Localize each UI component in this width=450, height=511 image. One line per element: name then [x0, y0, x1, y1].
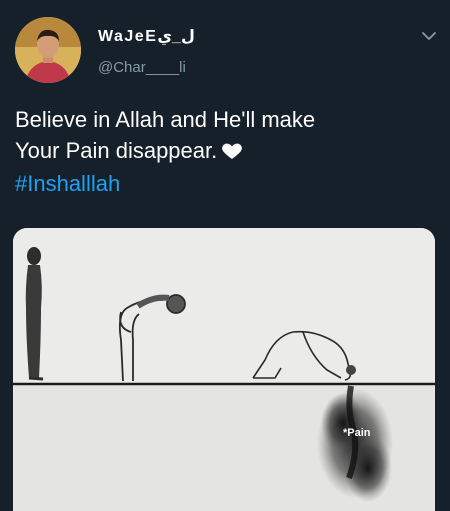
chevron-down-icon[interactable]: [419, 26, 439, 46]
tweet-card: WaJeEل_ي @Char____li Believe in Allah an…: [0, 0, 450, 511]
tweet-image[interactable]: *Pain: [13, 228, 435, 511]
heart-icon: [221, 137, 243, 168]
hashtag-link[interactable]: #Inshalllah: [15, 168, 435, 199]
user-handle[interactable]: @Char____li: [98, 59, 186, 76]
tweet-text-line-1: Believe in Allah and He'll make: [15, 107, 316, 132]
tweet-text-line-2-text: Your Pain disappear.: [15, 138, 218, 163]
tweet-text-line-2: Your Pain disappear.: [15, 135, 435, 168]
display-name[interactable]: WaJeEل_ي: [98, 26, 195, 46]
pain-label: *Pain: [343, 427, 371, 439]
tweet-text: Believe in Allah and He'll make Your Pai…: [15, 104, 435, 199]
avatar[interactable]: [15, 17, 81, 83]
